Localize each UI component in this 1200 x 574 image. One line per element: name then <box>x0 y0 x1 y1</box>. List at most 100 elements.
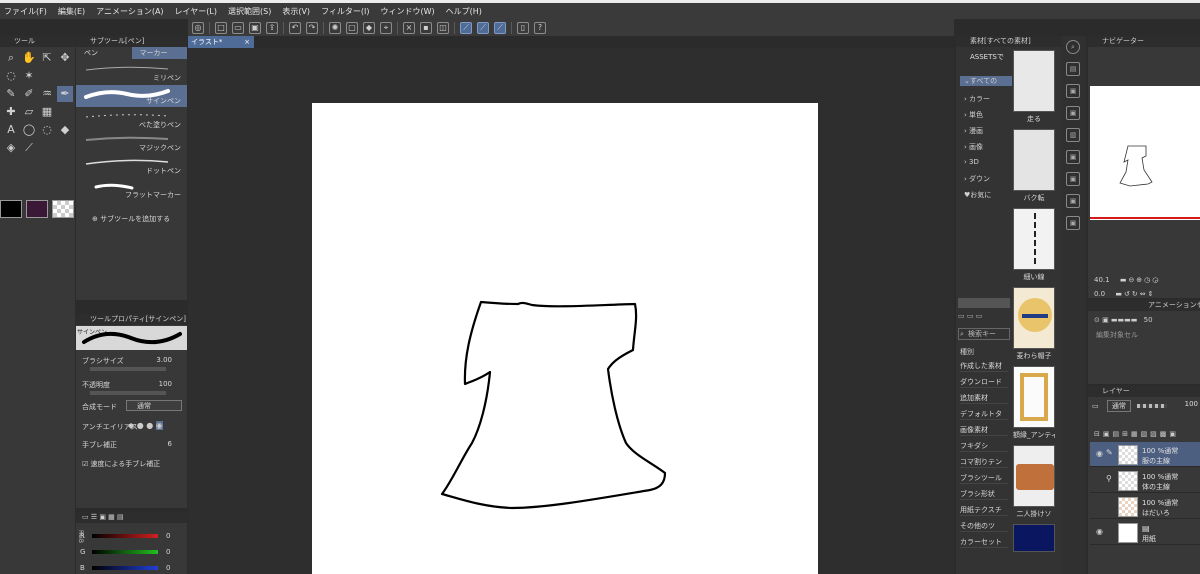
fill-bucket-icon[interactable]: ◈ <box>3 140 19 156</box>
brush-item-milli-pen[interactable]: ミリペン <box>76 62 187 84</box>
brush-size-slider[interactable] <box>90 367 166 371</box>
tree-item-3d[interactable]: › 3D <box>964 158 1010 166</box>
snap-special-ruler-icon[interactable]: ⟋ <box>477 21 489 34</box>
operation-icon[interactable]: ⇱ <box>39 50 55 66</box>
stabilization-value[interactable]: 6 <box>168 440 172 448</box>
tree-item-manga[interactable]: › 漫画 <box>964 126 1010 136</box>
zoom-controls[interactable]: ▬⊖⊕◷◶ <box>1120 276 1161 284</box>
material-thumb[interactable] <box>1013 287 1055 349</box>
opacity-slider[interactable] <box>90 391 166 395</box>
antialias-options[interactable]: ◆ ● ● ◉ <box>128 421 163 430</box>
color-row-value[interactable]: 0 <box>166 532 170 540</box>
crop-icon[interactable]: ▪ <box>420 21 432 34</box>
material-view-icons[interactable]: ▭ ▭ ▭ <box>958 312 982 320</box>
lasso-icon[interactable]: ◌ <box>3 68 19 84</box>
undo-icon[interactable]: ↶ <box>289 21 301 34</box>
balloon-icon[interactable]: ◯ <box>21 122 37 138</box>
brush-item-sign-pen[interactable]: サインペン <box>76 85 187 107</box>
category-item[interactable]: デフォルトタ <box>960 409 1008 420</box>
material-thumb[interactable] <box>1013 524 1055 552</box>
color-row-value[interactable]: 0 <box>166 564 170 572</box>
color-bar[interactable] <box>92 550 158 554</box>
new-file-icon[interactable]: □ <box>215 21 227 34</box>
brush-item-solid-pen[interactable]: べた塗りペン <box>76 109 187 131</box>
material-tab-icon[interactable]: ▣ <box>1066 194 1080 208</box>
category-item[interactable]: ダウンロード <box>960 377 1008 388</box>
item-bank-icon[interactable]: ▥ <box>1066 128 1080 142</box>
help-icon[interactable]: ? <box>534 21 546 34</box>
snap-grid-icon[interactable]: ⟋ <box>494 21 506 34</box>
menu-window[interactable]: ウィンドウ(W) <box>381 6 435 17</box>
blend-mode-select[interactable]: 通常 <box>126 400 182 411</box>
sub-color-chip[interactable] <box>26 200 48 218</box>
rotate-value[interactable]: 0.0 <box>1094 290 1105 298</box>
eyedropper-icon[interactable] <box>39 68 55 84</box>
material-thumb[interactable] <box>1013 445 1055 507</box>
material-thumb[interactable] <box>1013 208 1055 270</box>
material-thumb[interactable] <box>1013 366 1055 428</box>
color-row-value[interactable]: 0 <box>166 548 170 556</box>
material-tab-icon[interactable]: ▣ <box>1066 172 1080 186</box>
opacity-value[interactable]: 100 <box>159 380 172 388</box>
brush-size-value[interactable]: 3.00 <box>156 356 172 364</box>
menu-animation[interactable]: アニメーション(A) <box>96 6 163 17</box>
material-tab-icon[interactable]: ▣ <box>1066 150 1080 164</box>
category-item[interactable]: その他のツ <box>960 521 1008 532</box>
pencil-icon[interactable]: ✐ <box>21 86 37 102</box>
zoom-value[interactable]: 40.1 <box>1094 276 1110 284</box>
export-icon[interactable]: ⇪ <box>266 21 278 34</box>
anim-cel-value[interactable]: 50 <box>1144 316 1153 324</box>
save-icon[interactable]: ▣ <box>249 21 261 34</box>
color-bar[interactable] <box>92 534 158 538</box>
eye-icon[interactable]: ◉ <box>1096 449 1103 458</box>
deselect-icon[interactable]: ⨯ <box>403 21 415 34</box>
brush-item-flat-marker[interactable]: フラットマーカー <box>76 179 187 201</box>
rotate-controls[interactable]: ▬↺↻⇔⇕ <box>1115 290 1155 298</box>
layer-toolbar[interactable]: ⊟▣▤⊞▦▧▨▩▣ <box>1094 430 1179 438</box>
redo-icon[interactable]: ↷ <box>306 21 318 34</box>
canvas-area[interactable] <box>188 48 954 574</box>
marker-icon[interactable]: ✒ <box>57 86 73 102</box>
eraser-alt-icon[interactable]: ◆ <box>57 122 73 138</box>
layer-row[interactable]: ◉ ✎ 100 %通常 服の主線 <box>1090 442 1200 467</box>
document-tab[interactable]: イラスト* × <box>188 36 254 48</box>
auto-action-icon[interactable]: ▣ <box>1066 106 1080 120</box>
eye-icon[interactable]: ◉ <box>1096 527 1103 536</box>
layer-opacity-value[interactable]: 100 <box>1185 400 1198 408</box>
checkbox-icon[interactable]: ☑ <box>82 460 91 468</box>
loading-icon[interactable]: ✺ <box>329 21 341 34</box>
material-tab-icon[interactable]: ▣ <box>1066 216 1080 230</box>
main-color-chip[interactable] <box>0 200 22 218</box>
category-item[interactable]: 追加素材 <box>960 393 1008 404</box>
tab-pen[interactable]: ペン <box>76 47 132 59</box>
mask-icon[interactable]: ◫ <box>437 21 449 34</box>
layer-color-icon[interactable]: ▭ <box>1092 402 1099 410</box>
history-icon[interactable]: ▣ <box>1066 84 1080 98</box>
layer-blend-select[interactable]: 通常 <box>1106 400 1131 412</box>
category-item[interactable]: 画像素材 <box>960 425 1008 436</box>
layer-property-icon[interactable]: ▤ <box>1066 62 1080 76</box>
app-icon[interactable]: ◎ <box>192 21 204 34</box>
menu-file[interactable]: ファイル(F) <box>4 6 47 17</box>
category-item[interactable]: ブラシツール <box>960 473 1008 484</box>
material-thumb[interactable] <box>1013 50 1055 112</box>
transform-icon[interactable]: ⌖ <box>380 21 392 34</box>
layer-row[interactable]: ◉ ▤ 用紙 <box>1090 520 1200 545</box>
tab-marker[interactable]: マーカー <box>131 47 187 59</box>
tree-item-mono[interactable]: › 単色 <box>964 110 1010 120</box>
move-icon[interactable]: ✥ <box>57 50 73 66</box>
pen-icon[interactable]: ✎ <box>3 86 19 102</box>
category-item[interactable]: 作成した素材 <box>960 361 1008 372</box>
category-item[interactable]: フキダシ <box>960 441 1008 452</box>
assets-button[interactable]: ASSETSで <box>958 50 1010 64</box>
tree-item-all[interactable]: ⌄すべての <box>960 76 1012 86</box>
menu-layer[interactable]: レイヤー(L) <box>175 6 217 17</box>
layer-opacity-slider[interactable] <box>1137 404 1168 408</box>
hand-icon[interactable]: ✋ <box>21 50 37 66</box>
navigator-preview[interactable] <box>1090 86 1200 220</box>
menu-filter[interactable]: フィルター(I) <box>321 6 369 17</box>
zoom-icon[interactable]: ⌕ <box>3 50 19 66</box>
eraser-icon[interactable]: ▱ <box>21 104 37 120</box>
material-thumb[interactable] <box>1013 129 1055 191</box>
category-item[interactable]: コマ割りテン <box>960 457 1008 468</box>
